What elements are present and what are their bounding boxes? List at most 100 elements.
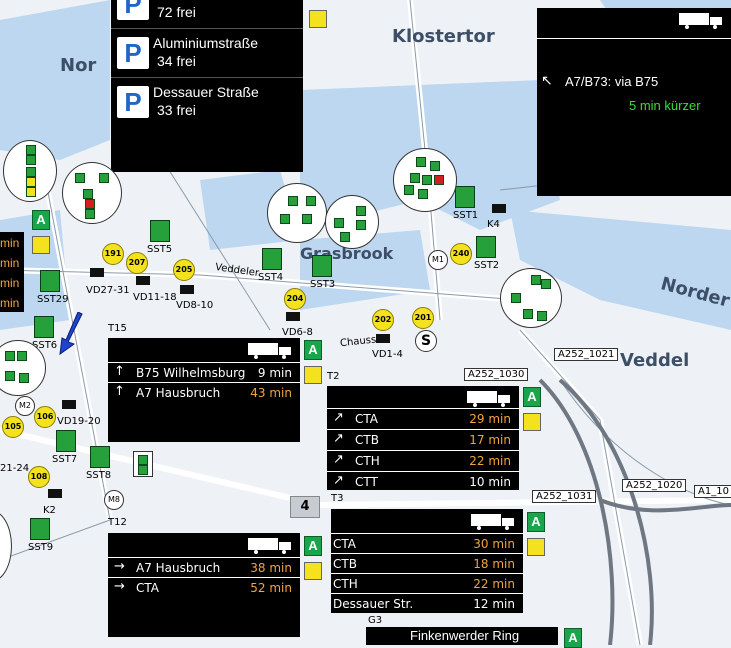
camera-icon[interactable] xyxy=(90,268,104,277)
route-time: 9 min xyxy=(257,366,292,380)
signal-bubble[interactable] xyxy=(325,195,379,249)
signal-bubble[interactable] xyxy=(3,140,57,202)
warning-icon[interactable] xyxy=(309,10,327,28)
yellow-marker[interactable]: 205 xyxy=(173,259,195,281)
signal-bubble[interactable] xyxy=(62,162,122,224)
route-text: A7/B73: via B75 xyxy=(565,74,659,89)
route-savings: 5 min kürzer xyxy=(629,98,701,113)
route-time: 38 min xyxy=(250,561,292,575)
signal-bubble[interactable] xyxy=(500,268,562,328)
route-row[interactable]: ↗ CTH 22 min xyxy=(327,450,519,471)
marker-m2[interactable]: M2 xyxy=(15,396,35,416)
yellow-marker[interactable]: 108 xyxy=(28,466,50,488)
camera-icon[interactable] xyxy=(286,312,300,321)
warning-icon[interactable] xyxy=(32,236,50,254)
parking-row[interactable]: P Aluminiumstraße 34 frei xyxy=(111,28,303,77)
station-label: SST4 xyxy=(258,272,284,283)
camera-icon[interactable] xyxy=(376,334,390,343)
yellow-marker[interactable]: 202 xyxy=(372,309,394,331)
route-row[interactable]: ↗ CTA 29 min xyxy=(327,408,519,429)
map-label: K2 xyxy=(43,505,56,516)
truck-icon xyxy=(248,538,291,554)
route-dest: Dessauer Str. xyxy=(333,597,414,611)
route-row[interactable]: CTB 18 min xyxy=(331,553,523,574)
route-row[interactable]: ↗ CTB 17 min xyxy=(327,429,519,450)
marker-m8[interactable]: M8 xyxy=(104,490,124,510)
yellow-marker[interactable]: 207 xyxy=(126,252,148,274)
yellow-marker[interactable]: 204 xyxy=(284,288,306,310)
signal-bubble[interactable] xyxy=(393,148,457,212)
warning-icon[interactable] xyxy=(304,366,322,384)
yellow-marker[interactable]: 105 xyxy=(2,416,24,438)
camera-icon[interactable] xyxy=(492,204,506,213)
road-label[interactable]: A252_1030 xyxy=(464,368,529,381)
signal-station[interactable] xyxy=(476,236,496,258)
detector-label: VD19-20 xyxy=(57,416,101,427)
route-row[interactable]: → CTA 52 min xyxy=(108,577,300,598)
sign-a-icon[interactable]: A xyxy=(32,210,50,230)
map-label: T15 xyxy=(108,323,127,334)
signal-station[interactable] xyxy=(90,446,110,468)
camera-icon[interactable] xyxy=(180,285,194,294)
route-panel-t12[interactable]: → A7 Hausbruch 38 min → CTA 52 min xyxy=(108,533,300,637)
direction-arrow-icon[interactable] xyxy=(54,312,86,356)
warning-icon[interactable] xyxy=(527,538,545,556)
truck-route-panel[interactable]: ↖ A7/B73: via B75 5 min kürzer xyxy=(537,8,731,196)
route-dest: CTA xyxy=(333,537,356,551)
route-time: min xyxy=(0,296,20,310)
yellow-marker[interactable]: 201 xyxy=(412,307,434,329)
detector-label: VD1-4 xyxy=(372,349,403,360)
warning-icon[interactable] xyxy=(523,413,541,431)
bottom-bar-label: Finkenwerder Ring xyxy=(410,628,520,643)
camera-icon[interactable] xyxy=(136,276,150,285)
bottom-route-bar[interactable]: Finkenwerder Ring xyxy=(366,627,558,645)
camera-icon[interactable] xyxy=(48,489,62,498)
route-row[interactable]: CTA 30 min xyxy=(331,533,523,554)
route-time: 43 min xyxy=(250,386,292,400)
signal-station[interactable] xyxy=(30,518,50,540)
signal-station[interactable] xyxy=(262,248,282,270)
yellow-marker[interactable]: 106 xyxy=(34,406,56,428)
route-panel-t3[interactable]: CTA 30 min CTB 18 min CTH 22 min Dessauer S… xyxy=(331,509,523,613)
signal-station[interactable] xyxy=(133,451,153,477)
parking-row[interactable]: P Dessauer Straße 33 frei xyxy=(111,77,303,126)
parking-free: 72 frei xyxy=(157,4,196,20)
sign-a-icon[interactable]: A xyxy=(564,628,582,648)
signal-station[interactable] xyxy=(40,270,60,292)
map-label: G3 xyxy=(368,615,383,626)
road-label[interactable]: A252_1021 xyxy=(554,348,619,361)
route-row[interactable]: ↗ CTT 10 min xyxy=(327,471,519,492)
route-dest: B75 Wilhelmsburg xyxy=(136,366,246,380)
signal-station[interactable] xyxy=(455,186,475,208)
route-row[interactable]: CTH 22 min xyxy=(331,573,523,594)
sign-a-icon[interactable]: A xyxy=(523,387,541,407)
sign-a-icon[interactable]: A xyxy=(304,536,322,556)
sign-a-icon[interactable]: A xyxy=(304,340,322,360)
road-label[interactable]: A252_1020 xyxy=(622,479,687,492)
signal-station[interactable] xyxy=(34,316,54,338)
arrow-right-icon: → xyxy=(114,559,125,574)
signal-bubble[interactable] xyxy=(267,183,327,243)
yellow-marker[interactable]: 191 xyxy=(102,243,124,265)
route-panel-t15[interactable]: ↑ B75 Wilhelmsburg 9 min ↑ A7 Hausbruch 43 m… xyxy=(108,338,300,442)
signal-station[interactable] xyxy=(312,255,332,277)
camera-icon[interactable] xyxy=(62,400,76,409)
road-label[interactable]: A1_10 xyxy=(694,485,731,498)
route-panel-t2[interactable]: ↗ CTA 29 min ↗ CTB 17 min ↗ CTH 22 min ↗ CTT 10 … xyxy=(327,386,519,490)
warning-icon[interactable] xyxy=(304,562,322,580)
parking-row[interactable]: P 72 frei xyxy=(111,0,303,28)
route-row[interactable]: ↑ A7 Hausbruch 43 min xyxy=(108,382,300,403)
route-row[interactable]: Dessauer Str. 12 min xyxy=(331,593,523,614)
left-partial-panel[interactable]: min min min min xyxy=(0,232,24,312)
route-row[interactable]: ↑ B75 Wilhelmsburg 9 min xyxy=(108,362,300,383)
signal-station[interactable] xyxy=(56,430,76,452)
route-row[interactable]: → A7 Hausbruch 38 min xyxy=(108,557,300,578)
road-label[interactable]: A252_1031 xyxy=(532,490,597,503)
yellow-marker[interactable]: 240 xyxy=(450,243,472,265)
route-time: 52 min xyxy=(250,581,292,595)
sign-a-icon[interactable]: A xyxy=(527,512,545,532)
map-label: T2 xyxy=(327,371,340,382)
signal-station[interactable] xyxy=(150,220,170,242)
route-time: min xyxy=(0,276,20,290)
marker-m1[interactable]: M1 xyxy=(428,250,448,270)
